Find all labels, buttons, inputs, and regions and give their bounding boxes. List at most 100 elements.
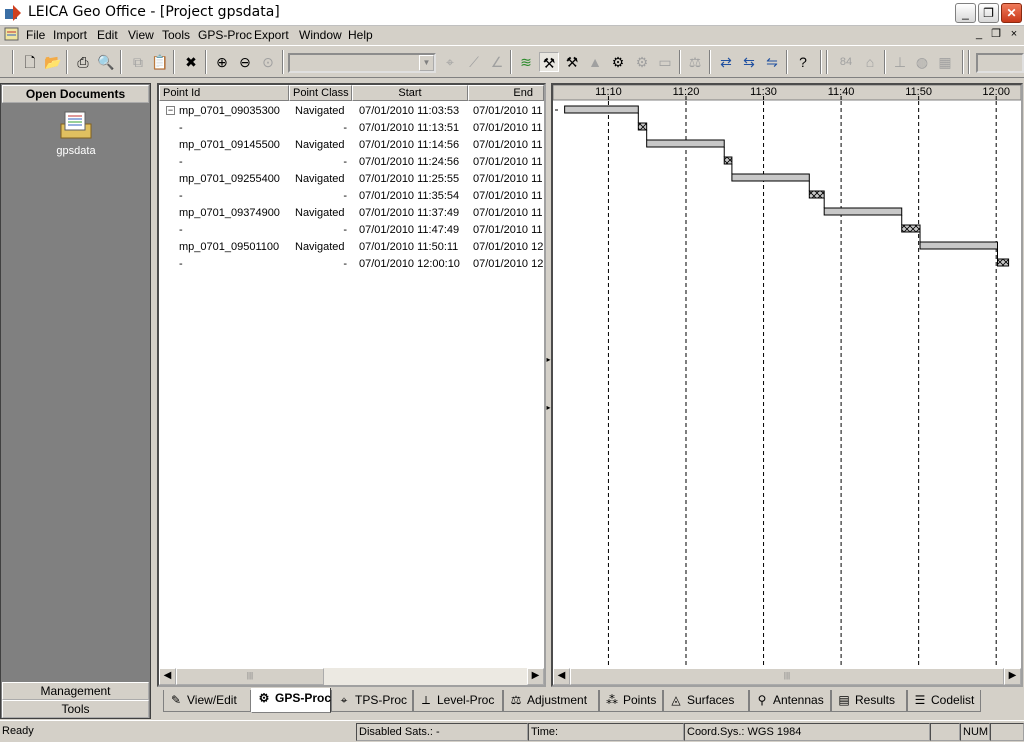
- scroll-left-icon[interactable]: ◀: [553, 668, 570, 685]
- print-icon[interactable]: ⎙: [73, 52, 93, 72]
- toolbar-grip: [12, 50, 14, 74]
- table-row[interactable]: mp_0701_09255400 Navigated 07/01/2010 11:2…: [159, 171, 544, 188]
- minimize-button[interactable]: _: [955, 3, 976, 23]
- scroll-right-icon[interactable]: ▶: [527, 668, 544, 685]
- tab-points[interactable]: ⁂ Points: [599, 690, 663, 712]
- management-tab[interactable]: Management: [2, 682, 149, 700]
- occupation-bar[interactable]: [564, 105, 639, 114]
- menu-window[interactable]: Window: [299, 28, 342, 42]
- tab-view-edit[interactable]: ✎ View/Edit: [163, 690, 251, 712]
- menu-gps-proc[interactable]: GPS-Proc: [198, 28, 252, 42]
- satellite-lines-icon[interactable]: ≋: [516, 52, 536, 72]
- menu-file[interactable]: File: [26, 28, 45, 42]
- cell-point-id: mp_0701_09145500: [179, 139, 280, 151]
- gap-bar[interactable]: [808, 190, 825, 199]
- column-header-point-id[interactable]: Point Id: [159, 85, 289, 101]
- table-row[interactable]: - -07/01/2010 12:00:10 07/01/2010 12: [159, 256, 544, 273]
- column-header-point-class[interactable]: Point Class: [289, 85, 352, 101]
- scroll-right-icon[interactable]: ▶: [1004, 668, 1021, 685]
- menu-edit[interactable]: Edit: [97, 28, 118, 42]
- tab-results[interactable]: ▤ Results: [831, 690, 907, 712]
- document-menu-icon[interactable]: [4, 27, 20, 42]
- table-row[interactable]: mp_0701_09374900 Navigated 07/01/2010 11:3…: [159, 205, 544, 222]
- menu-view[interactable]: View: [128, 28, 154, 42]
- copy-icon[interactable]: ⧉: [128, 52, 148, 72]
- options-icon[interactable]: ⚙: [608, 52, 628, 72]
- table-row[interactable]: − mp_0701_09035300 Navigated 07/01/2010 11:…: [159, 103, 544, 120]
- occupation-bar[interactable]: [731, 173, 810, 182]
- mdi-minimize-button[interactable]: _: [972, 28, 986, 41]
- collapse-icon[interactable]: −: [166, 106, 175, 115]
- scroll-thumb[interactable]: |||: [570, 668, 1004, 685]
- open-folder-icon[interactable]: 📂: [43, 52, 63, 72]
- table-row[interactable]: - -07/01/2010 11:35:54 07/01/2010 11: [159, 188, 544, 205]
- table-row[interactable]: mp_0701_09501100 Navigated 07/01/2010 11:5…: [159, 239, 544, 256]
- chevron-down-icon[interactable]: ▼: [419, 55, 434, 71]
- globe-icon[interactable]: ◍: [912, 52, 932, 72]
- zoom-out-icon[interactable]: ⊖: [235, 52, 255, 72]
- zoom-extents-icon[interactable]: ⊙: [258, 52, 278, 72]
- gap-bar[interactable]: [637, 122, 648, 131]
- menu-help[interactable]: Help: [348, 28, 373, 42]
- occupation-bar[interactable]: [823, 207, 903, 216]
- tab-tps-proc[interactable]: ⌖ TPS-Proc: [331, 690, 413, 712]
- close-button[interactable]: ✕: [1001, 3, 1022, 23]
- triangle-icon[interactable]: ▲: [585, 52, 605, 72]
- tab-antennas[interactable]: ⚲ Antennas: [749, 690, 831, 712]
- help-pointer-icon[interactable]: ?: [793, 52, 813, 72]
- balance-icon[interactable]: ⚖: [685, 52, 705, 72]
- local-coord-icon[interactable]: ⌂: [860, 52, 880, 72]
- gap-bar[interactable]: [723, 156, 733, 165]
- process-hammer-icon[interactable]: ⚒: [539, 52, 559, 72]
- scroll-thumb[interactable]: |||: [176, 668, 324, 685]
- import-icon[interactable]: ⇆: [739, 52, 759, 72]
- column-header-end[interactable]: End: [468, 85, 544, 101]
- mdi-restore-button[interactable]: ❐: [989, 28, 1003, 41]
- tps-proc-icon: ⌖: [340, 693, 348, 707]
- occupation-bar[interactable]: [919, 241, 999, 250]
- tab-surfaces[interactable]: ◬ Surfaces: [663, 690, 749, 712]
- process-hammer-alt-icon[interactable]: ⚒: [562, 52, 582, 72]
- gap-bar[interactable]: [901, 224, 921, 233]
- export-icon[interactable]: ⇄: [716, 52, 736, 72]
- table-row[interactable]: mp_0701_09145500 Navigated 07/01/2010 11:1…: [159, 137, 544, 154]
- paste-icon[interactable]: 📋: [150, 52, 170, 72]
- measure-angle-icon[interactable]: ∠: [487, 52, 507, 72]
- table-row[interactable]: - -07/01/2010 11:13:51 07/01/2010 11: [159, 120, 544, 137]
- table-row[interactable]: - -07/01/2010 11:47:49 07/01/2010 11: [159, 222, 544, 239]
- grid-icon[interactable]: ▦: [935, 52, 955, 72]
- zoom-in-icon[interactable]: ⊕: [212, 52, 232, 72]
- chart-horizontal-scrollbar[interactable]: ◀ ||| ▶: [553, 668, 1021, 685]
- title-bar: LEICA Geo Office - [Project gpsdata] _ ❐…: [0, 0, 1024, 26]
- tab-level-proc[interactable]: ⟂ Level-Proc: [413, 690, 503, 712]
- tab-codelist[interactable]: ☰ Codelist: [907, 690, 981, 712]
- tools-tab[interactable]: Tools: [2, 700, 149, 718]
- new-file-icon[interactable]: 🗋: [20, 52, 40, 72]
- scroll-left-icon[interactable]: ◀: [159, 668, 176, 685]
- print-preview-icon[interactable]: 🔍: [96, 52, 116, 72]
- maximize-button[interactable]: ❐: [978, 3, 999, 23]
- coord-84-icon[interactable]: 84: [836, 52, 856, 72]
- status-empty: [930, 723, 960, 741]
- tab-gps-proc[interactable]: ⚙ GPS-Proc: [251, 688, 331, 713]
- settings-icon[interactable]: ⚙: [632, 52, 652, 72]
- delete-icon[interactable]: ✖: [181, 52, 201, 72]
- menu-export[interactable]: Export: [254, 28, 289, 42]
- menu-import[interactable]: Import: [53, 28, 87, 42]
- menu-tools[interactable]: Tools: [162, 28, 190, 42]
- mdi-close-button[interactable]: ×: [1007, 28, 1021, 41]
- view-select[interactable]: ▼: [288, 53, 436, 73]
- transfer-icon[interactable]: ⇋: [762, 52, 782, 72]
- measure-icon[interactable]: ⟋: [464, 52, 484, 72]
- document-gpsdata[interactable]: gpsdata: [41, 110, 111, 157]
- column-header-start[interactable]: Start: [352, 85, 468, 101]
- coord-system-select[interactable]: [976, 53, 1024, 73]
- tab-adjustment[interactable]: ⚖ Adjustment: [503, 690, 599, 712]
- table-horizontal-scrollbar[interactable]: ◀ ||| ▶: [159, 668, 544, 685]
- table-row[interactable]: - -07/01/2010 11:24:56 07/01/2010 11: [159, 154, 544, 171]
- occupation-bar[interactable]: [646, 139, 725, 148]
- gap-bar[interactable]: [997, 258, 1010, 267]
- window-icon[interactable]: ▭: [655, 52, 675, 72]
- crosshair-icon[interactable]: ⌖: [440, 52, 460, 72]
- axes-icon[interactable]: ⊥: [890, 52, 910, 72]
